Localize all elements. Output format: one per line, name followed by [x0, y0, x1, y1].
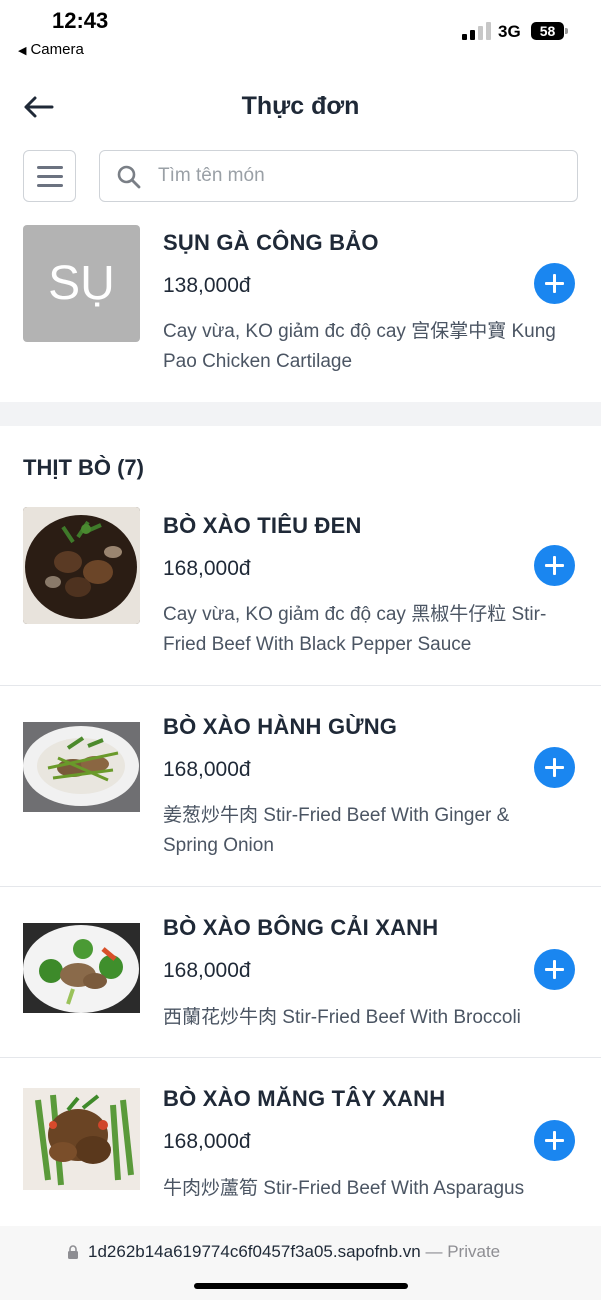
item-name: BÒ XÀO HÀNH GỪNG [163, 714, 398, 739]
search-input[interactable] [158, 151, 558, 201]
hamburger-menu-icon [37, 166, 63, 169]
home-indicator[interactable] [194, 1283, 408, 1289]
cellular-signal-icon [462, 22, 492, 40]
item-description: 姜葱炒牛肉 Stir-Fried Beef With Ginger & Spri… [163, 805, 510, 856]
item-name: BÒ XÀO MĂNG TÂY XANH [163, 1086, 446, 1111]
item-divider [0, 886, 601, 887]
item-price: 168,000đ [163, 1130, 251, 1153]
add-to-cart-button[interactable] [534, 1120, 575, 1161]
item-name: SỤN GÀ CÔNG BẢO [163, 230, 379, 255]
menu-item[interactable]: BÒ XÀO HÀNH GỪNG 168,000đ 姜葱炒牛肉 Stir-Fri… [0, 708, 601, 886]
battery-icon: 58 [531, 22, 568, 40]
lock-icon [68, 1245, 78, 1259]
item-price: 168,000đ [163, 959, 251, 982]
item-divider [0, 1057, 601, 1058]
food-image [23, 507, 140, 624]
add-to-cart-button[interactable] [534, 545, 575, 586]
item-price: 168,000đ [163, 758, 251, 781]
item-name: BÒ XÀO BÔNG CẢI XANH [163, 915, 439, 940]
food-image [23, 909, 140, 1026]
search-box [99, 150, 578, 202]
add-to-cart-button[interactable] [534, 949, 575, 990]
section-separator [0, 402, 601, 426]
item-description: 西蘭花炒牛肉 Stir-Fried Beef With Broccoli [163, 1007, 521, 1028]
search-icon [117, 165, 141, 189]
category-title: THỊT BÒ (7) [23, 455, 144, 480]
url-text[interactable]: 1d262b14a619774c6f0457f3a05.sapofnb.vn —… [88, 1242, 500, 1262]
add-to-cart-button[interactable] [534, 747, 575, 788]
battery-level: 58 [539, 23, 556, 39]
item-price: 138,000đ [163, 274, 251, 297]
status-bar: 12:43 ◀ Camera 3G 58 [0, 0, 601, 64]
item-placeholder-image: SỤ [23, 225, 140, 342]
category-menu-button[interactable] [23, 150, 76, 202]
menu-item[interactable]: BÒ XÀO MĂNG TÂY XANH 168,000đ 牛肉炒蘆筍 Stir… [0, 1080, 601, 1226]
page-title: Thực đơn [241, 92, 360, 120]
add-to-cart-button[interactable] [534, 263, 575, 304]
item-divider [0, 685, 601, 686]
item-description: 牛肉炒蘆筍 Stir-Fried Beef With Asparagus [163, 1178, 525, 1199]
item-name: BÒ XÀO TIÊU ĐEN [163, 513, 362, 538]
url-domain: 1d262b14a619774c6f0457f3a05.sapofnb.vn [88, 1242, 421, 1261]
back-to-app-link[interactable]: ◀ Camera [18, 41, 84, 58]
private-label: — Private [420, 1242, 501, 1261]
browser-url-bar[interactable]: 1d262b14a619774c6f0457f3a05.sapofnb.vn —… [0, 1226, 601, 1300]
menu-item[interactable]: BÒ XÀO TIÊU ĐEN 168,000đ Cay vừa, KO giả… [0, 507, 601, 685]
menu-item[interactable]: SỤ SỤN GÀ CÔNG BẢO 138,000đ Cay vừa, KO … [0, 225, 601, 402]
item-description: Cay vừa, KO giảm đc độ cay 宫保掌中寶 Kung Pa… [163, 321, 556, 372]
network-type: 3G [498, 22, 521, 41]
back-triangle-icon: ◀ [18, 45, 27, 57]
back-app-label: Camera [30, 41, 84, 58]
menu-item[interactable]: BÒ XÀO BÔNG CẢI XANH 168,000đ 西蘭花炒牛肉 Sti… [0, 909, 601, 1057]
food-image [23, 708, 140, 825]
item-description: Cay vừa, KO giảm đc độ cay 黑椒牛仔粒 Stir-Fr… [163, 604, 547, 655]
item-price: 168,000đ [163, 557, 251, 580]
food-image [23, 1080, 140, 1197]
status-time: 12:43 [52, 8, 109, 33]
